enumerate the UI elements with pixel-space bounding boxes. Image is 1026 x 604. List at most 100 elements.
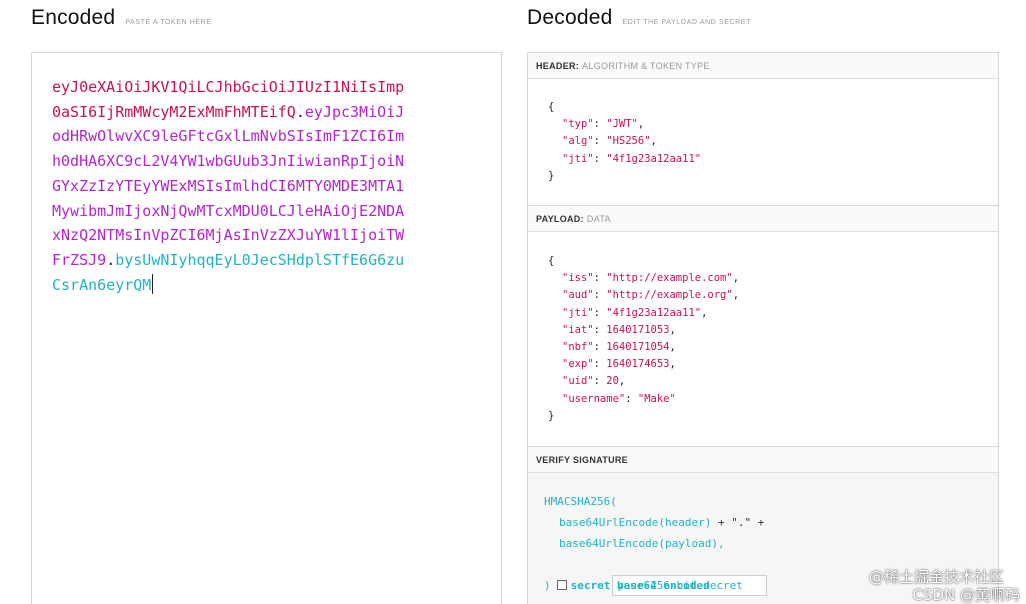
json-field: "jti": "4f1g23a12aa11": [548, 151, 701, 168]
decoded-title: Decoded: [527, 6, 613, 29]
json-open-brace: {: [548, 255, 555, 267]
json-comma: ,: [701, 306, 708, 319]
decoded-hint: EDIT THE PAYLOAD AND SECRET: [622, 19, 751, 26]
token-header-part: eyJ0eXAiOiJKV1QiLCJhbGciOiJIUzI1NiIsImp: [52, 78, 405, 96]
json-field: "username": "Make": [548, 391, 739, 408]
token-line: eyJ0eXAiOiJKV1QiLCJhbGciOiJIUzI1NiIsImp: [52, 75, 492, 100]
json-close-brace: }: [548, 169, 555, 182]
json-field: "aud": "http://example.org",: [548, 287, 739, 304]
json-colon: :: [593, 118, 607, 131]
json-key: "typ": [562, 118, 594, 131]
json-value: "HS256": [606, 135, 651, 148]
json-key: "nbf": [562, 340, 594, 353]
encoded-title: Encoded: [31, 6, 116, 29]
json-close-brace: }: [548, 409, 555, 422]
token-payload-part: MywibmJmIjoxNjQwMTcxMDU0LCJleHAiOjE2NDA: [52, 201, 405, 220]
token-line: odHRwOlwvXC9leGFtcGxlLmNvbSIsImF1ZCI6Im: [52, 124, 492, 149]
json-colon: :: [593, 358, 607, 371]
json-key: "uid": [562, 375, 594, 388]
payload-section-heading: PAYLOAD: DATA: [528, 206, 998, 232]
json-colon: :: [593, 272, 607, 285]
hmac-header-line: base64UrlEncode(header) + "." +: [544, 512, 767, 533]
hmac-function: HMACSHA256(: [544, 495, 617, 508]
json-field: "iat": 1640171053,: [548, 322, 739, 339]
encoded-token-editor[interactable]: eyJ0eXAiOiJKV1QiLCJhbGciOiJIUzI1NiIsImp 0…: [31, 52, 502, 604]
json-value: "4f1g23a12aa11": [606, 306, 702, 319]
token-signature-part: CsrAn6eyrQM: [52, 275, 152, 294]
decoded-pane-title: Decoded EDIT THE PAYLOAD AND SECRET: [527, 6, 751, 30]
json-key: "iat": [562, 323, 594, 336]
token-payload-part: eyJpc3MiOiJ: [304, 102, 405, 121]
json-field: "iss": "http://example.com",: [548, 270, 739, 287]
header-section-label: HEADER:: [536, 60, 580, 71]
json-comma: ,: [669, 358, 676, 371]
encoded-hint: PASTE A TOKEN HERE: [125, 19, 212, 26]
json-colon: :: [593, 375, 607, 388]
verify-section-label: VERIFY SIGNATURE: [536, 454, 628, 465]
json-colon: :: [593, 152, 607, 165]
decoded-panel: HEADER: ALGORITHM & TOKEN TYPE { "typ": "…: [527, 52, 999, 604]
json-colon: :: [593, 289, 607, 302]
json-comma: ,: [618, 375, 626, 388]
header-json-editor[interactable]: {"typ": "JWT", "alg": "HS256", "jti": "4f1…: [548, 99, 701, 185]
token-line: CsrAn6eyrQM: [52, 273, 492, 298]
watermark-csdn: CSDN @黄啊码: [912, 586, 1020, 604]
json-comma: ,: [732, 272, 740, 285]
token-line: 0aSI6IjRmMWcyM2ExMmFhMTEifQ.eyJpc3MiOiJ: [52, 100, 492, 125]
json-open-brace: {: [548, 101, 555, 113]
token-payload-part: GYxZzIzYTEyYWExMSIsImlhdCI6MTY0MDE3MTA1: [52, 176, 405, 195]
json-key: "jti": [562, 306, 594, 319]
json-key: "jti": [562, 152, 594, 165]
json-value: "Make": [637, 392, 676, 405]
token-payload-part: xNzQ2NTMsInVpZCI6MjAsInVzZXJuYW1lIjoiTW: [52, 226, 405, 245]
hmac-header-arg: base64UrlEncode(header): [559, 516, 712, 529]
token-line: xNzQ2NTMsInVpZCI6MjAsInVzZXJuYW1lIjoiTW: [52, 223, 492, 248]
token-payload-part: FrZSJ9: [52, 250, 107, 269]
header-section-sub: ALGORITHM & TOKEN TYPE: [582, 60, 710, 71]
token-line: GYxZzIzYTEyYWExMSIsImlhdCI6MTY0MDE3MTA1: [52, 174, 492, 199]
token-header-part: 0aSI6IjRmMWcyM2ExMmFhMTEifQ: [52, 102, 296, 121]
base64-checkbox-label[interactable]: secret base64 encoded: [571, 579, 710, 592]
json-comma: ,: [732, 289, 740, 302]
json-comma: ,: [650, 135, 657, 148]
json-value: 1640171054: [606, 340, 670, 353]
hmac-secret-line: [544, 554, 767, 596]
json-value: "JWT": [606, 118, 638, 131]
text-caret: [152, 273, 154, 294]
json-field: "nbf": 1640171054,: [548, 339, 739, 356]
json-field: "exp": 1640174653,: [548, 356, 739, 373]
encoded-token-text[interactable]: eyJ0eXAiOiJKV1QiLCJhbGciOiJIUzI1NiIsImp 0…: [52, 75, 492, 297]
json-colon: :: [593, 135, 607, 148]
json-field: "uid": 20,: [548, 373, 739, 390]
json-value: "http://example.com": [606, 272, 733, 285]
token-line: h0dHA6XC9cL2V4YW1wbGUub3JnIiwianRpIjoiN: [52, 149, 492, 174]
payload-section-label: PAYLOAD:: [536, 213, 584, 224]
json-comma: ,: [637, 118, 645, 131]
json-key: "aud": [562, 289, 594, 302]
json-field: "alg": "HS256",: [548, 133, 701, 150]
payload-json-editor[interactable]: {"iss": "http://example.com", "aud": "htt…: [548, 253, 739, 425]
json-value: 1640174653: [606, 358, 670, 371]
token-separator-dot: .: [295, 102, 305, 121]
json-value: "4f1g23a12aa11": [606, 152, 702, 165]
json-colon: :: [593, 340, 607, 353]
verify-section-heading: VERIFY SIGNATURE: [528, 447, 998, 473]
token-line: MywibmJmIjoxNjQwMTcxMDU0LCJleHAiOjE2NDA: [52, 199, 492, 224]
json-colon: :: [593, 323, 607, 336]
token-separator-dot: .: [106, 250, 116, 269]
json-value: 1640171053: [606, 323, 670, 336]
token-payload-part: h0dHA6XC9cL2V4YW1wbGUub3JnIiwianRpIjoiN: [52, 152, 405, 171]
encoded-pane-title: Encoded PASTE A TOKEN HERE: [31, 6, 212, 30]
json-field: "typ": "JWT",: [548, 116, 701, 133]
base64-checkbox[interactable]: [556, 580, 567, 590]
verify-code: HMACSHA256( base64UrlEncode(header) + ".…: [544, 491, 767, 596]
json-colon: :: [593, 306, 607, 319]
json-colon: :: [625, 392, 638, 405]
hmac-close-paren: ): [544, 579, 551, 592]
token-line: FrZSJ9.bysUwNIyhqqEyL0JecSHdplSTfE6G6zu: [52, 248, 492, 273]
token-payload-part: odHRwOlwvXC9leGFtcGxlLmNvbSIsImF1ZCI6Im: [52, 127, 405, 146]
json-key: "alg": [562, 135, 594, 148]
json-key: "username": [562, 392, 626, 405]
json-value: "http://example.org": [606, 289, 733, 302]
hmac-payload-line: base64UrlEncode(payload),: [559, 537, 725, 550]
